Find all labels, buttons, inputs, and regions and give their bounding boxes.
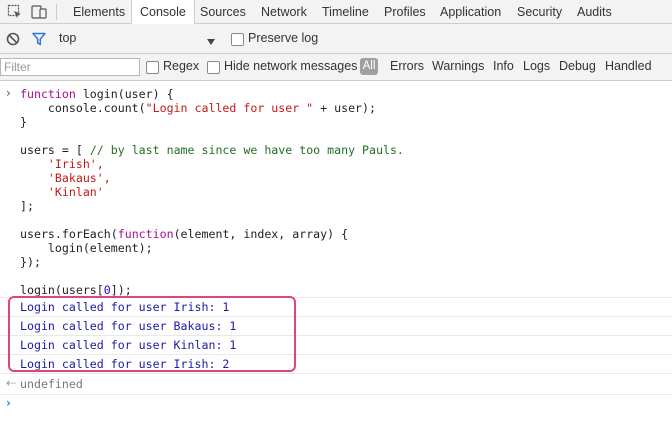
console-context-bar: top Preserve log: [0, 24, 672, 54]
code-line-11: users.forEach(function(element, index, a…: [20, 227, 349, 241]
regex-checkbox[interactable]: [146, 61, 159, 74]
hide-network-label: Hide network messages: [224, 59, 358, 73]
tab-elements[interactable]: Elements: [73, 0, 125, 24]
preserve-log-checkbox[interactable]: [231, 33, 244, 46]
tab-sources[interactable]: Sources: [200, 0, 246, 24]
level-handled[interactable]: Handled: [605, 59, 652, 73]
devtools-tab-bar: Elements Console Sources Network Timelin…: [0, 0, 672, 25]
code-line-8: 'Kinlan': [20, 185, 104, 199]
code-line-12: login(element);: [20, 241, 153, 255]
tab-profiles[interactable]: Profiles: [384, 0, 426, 24]
filter-funnel-icon[interactable]: [32, 32, 46, 46]
level-all-button[interactable]: All: [360, 58, 378, 75]
tab-audits[interactable]: Audits: [577, 0, 612, 24]
inspect-element-icon[interactable]: [7, 4, 23, 20]
level-logs[interactable]: Logs: [523, 59, 550, 73]
level-info[interactable]: Info: [493, 59, 514, 73]
code-line-7: 'Bakaus',: [20, 171, 111, 185]
tab-application[interactable]: Application: [440, 0, 501, 24]
code-line-5: users = [ // by last name since we have …: [20, 143, 404, 157]
regex-label: Regex: [163, 59, 200, 73]
tab-timeline[interactable]: Timeline: [322, 0, 369, 24]
preserve-log-label: Preserve log: [248, 31, 319, 45]
console-prompt-icon[interactable]: ›: [6, 396, 11, 410]
tab-console[interactable]: Console: [131, 0, 195, 25]
clear-console-icon[interactable]: [6, 32, 20, 46]
context-select-value[interactable]: top: [59, 31, 76, 45]
code-line-15: login(users[0]);: [20, 283, 132, 297]
device-mode-icon[interactable]: [31, 4, 47, 20]
input-echo-chevron-icon: ›: [6, 86, 11, 100]
tab-security[interactable]: Security: [517, 0, 562, 24]
code-line-6: 'Irish',: [20, 157, 104, 171]
tab-network[interactable]: Network: [261, 0, 307, 24]
code-line-3: }: [20, 115, 27, 129]
result-value: undefined: [20, 377, 83, 391]
chevron-down-icon[interactable]: [206, 35, 216, 45]
result-arrow-icon: ⇠: [6, 376, 17, 390]
console-output: › function login(user) { console.count("…: [0, 82, 672, 422]
console-filter-bar: Regex Hide network messages Errors Warni…: [0, 54, 672, 81]
code-line-1: function login(user) {: [20, 87, 174, 101]
level-debug[interactable]: Debug: [559, 59, 596, 73]
level-warnings[interactable]: Warnings: [432, 59, 484, 73]
hide-network-checkbox[interactable]: [207, 61, 220, 74]
level-errors[interactable]: Errors: [390, 59, 424, 73]
highlight-box: [8, 296, 296, 372]
code-line-9: ];: [20, 199, 34, 213]
code-line-13: });: [20, 255, 41, 269]
code-line-2: console.count("Login called for user " +…: [20, 101, 376, 115]
filter-input[interactable]: [0, 58, 140, 76]
